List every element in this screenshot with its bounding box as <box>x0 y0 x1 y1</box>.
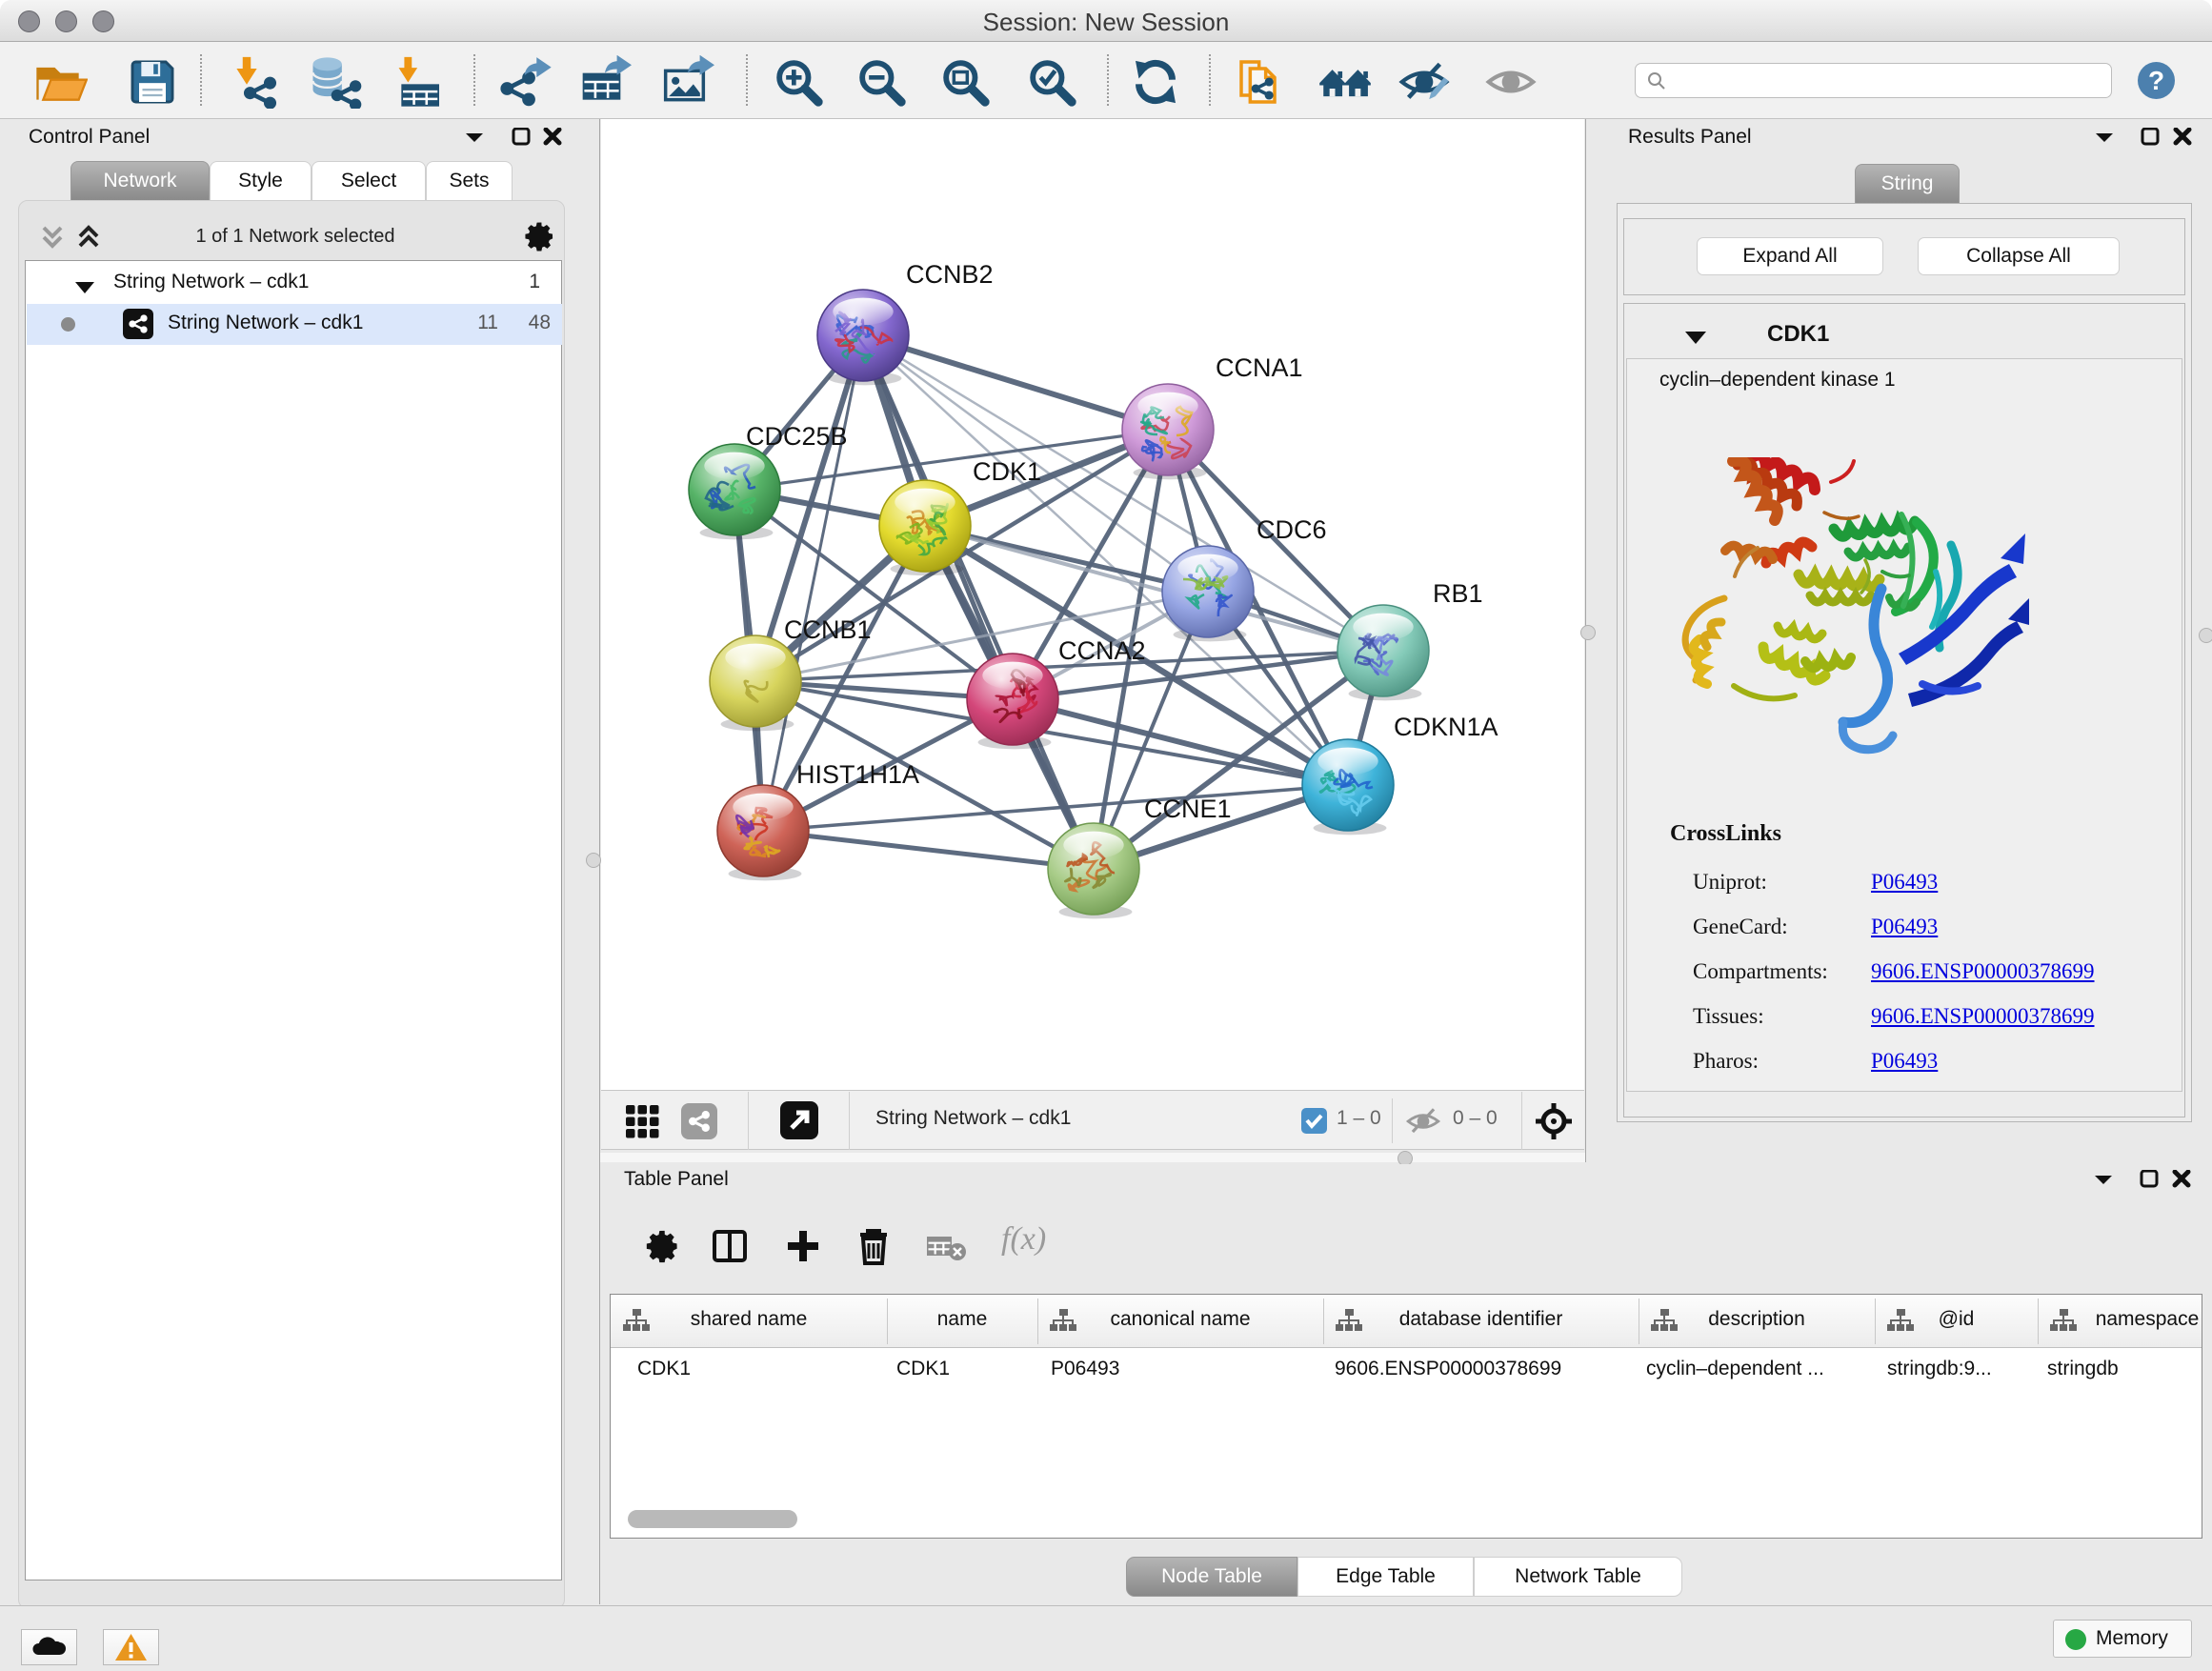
svg-text:HIST1H1A: HIST1H1A <box>796 760 919 789</box>
svg-text:CDC6: CDC6 <box>1257 515 1327 544</box>
svg-text:CDC25B: CDC25B <box>746 422 848 451</box>
svg-text:CCNA2: CCNA2 <box>1058 636 1146 665</box>
svg-text:CCNB2: CCNB2 <box>906 260 994 289</box>
svg-text:CCNA1: CCNA1 <box>1216 353 1303 382</box>
svg-text:RB1: RB1 <box>1433 579 1483 608</box>
svg-text:CCNB1: CCNB1 <box>784 615 872 644</box>
svg-text:CDKN1A: CDKN1A <box>1394 713 1498 741</box>
svg-text:CDK1: CDK1 <box>973 457 1041 486</box>
svg-text:CCNE1: CCNE1 <box>1144 795 1232 823</box>
